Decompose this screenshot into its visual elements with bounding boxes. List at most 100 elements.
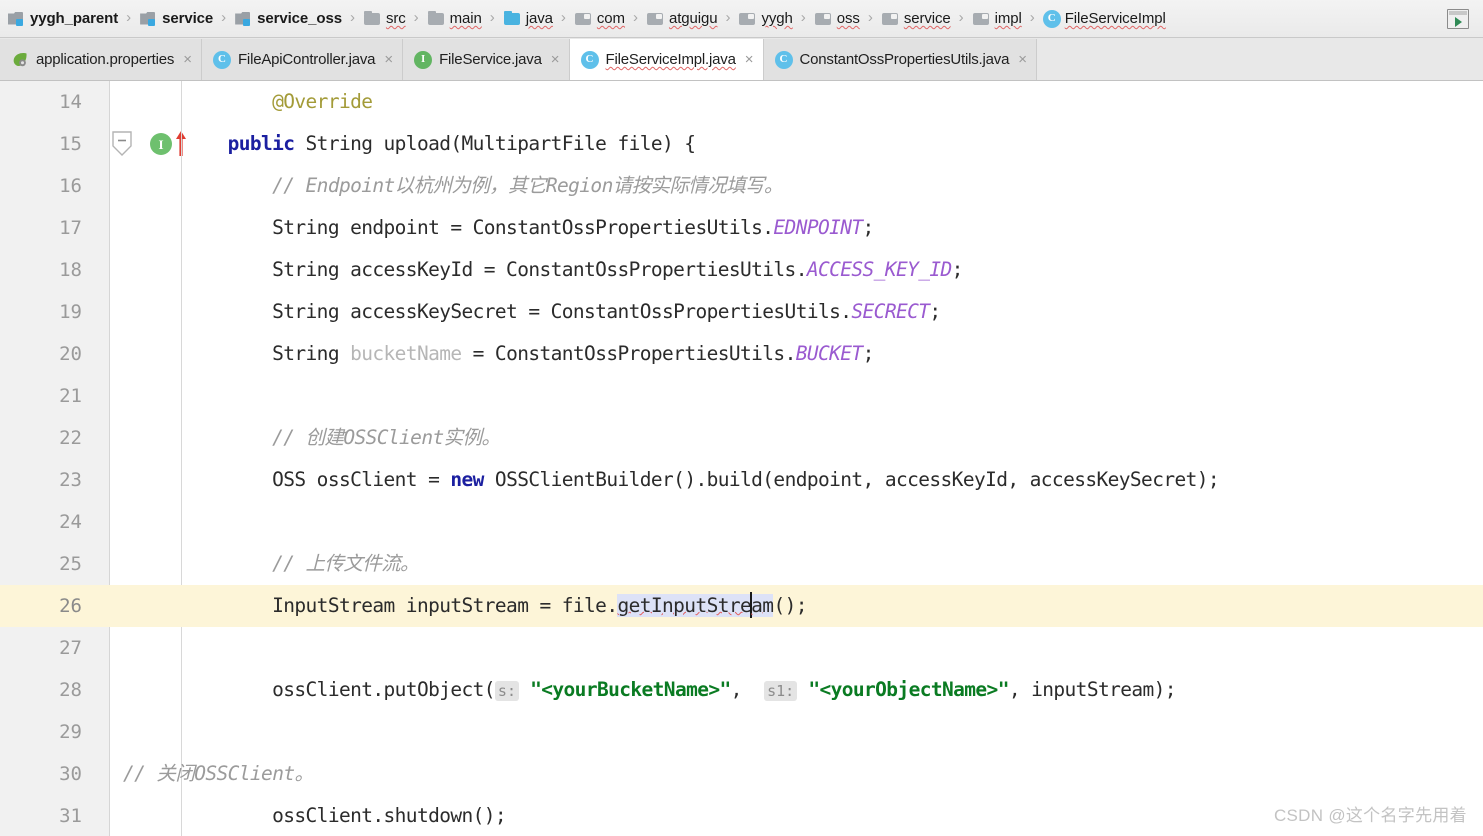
selected-token[interactable]: getInputStream — [617, 592, 774, 618]
code-line-text[interactable]: public String upload(MultipartFile file)… — [183, 123, 696, 165]
line-number[interactable]: 29 — [0, 711, 82, 753]
package-icon — [814, 11, 833, 27]
line-number[interactable]: 28 — [0, 669, 82, 711]
parameter-hint[interactable]: s1: — [764, 681, 798, 701]
code-line-text[interactable]: String bucketName = ConstantOssPropertie… — [183, 333, 874, 375]
close-icon[interactable]: × — [743, 52, 754, 67]
close-icon[interactable]: × — [1016, 52, 1027, 67]
code-editor[interactable]: I 14 @Override 15 public String upload(Mu… — [0, 81, 1483, 836]
line-number[interactable]: 20 — [0, 333, 82, 375]
code-token: ACCESS_KEY_ID — [806, 258, 952, 281]
code-line[interactable]: 27 — [0, 627, 1483, 669]
breadcrumb-item-label: FileServiceImpl — [1064, 10, 1166, 27]
breadcrumb-item-java[interactable]: java — [500, 0, 556, 37]
close-icon[interactable]: × — [382, 52, 393, 67]
parameter-hint[interactable]: s: — [494, 681, 519, 701]
code-line-text[interactable]: // 创建OSSClient实例。 — [183, 417, 501, 459]
breadcrumb-item-src[interactable]: src — [360, 0, 409, 37]
breadcrumb-item-yygh[interactable]: yygh — [735, 0, 795, 37]
breadcrumb-item-yygh-parent[interactable]: yygh_parent — [4, 0, 121, 37]
editor-tab-fileapicontroller-java[interactable]: C FileApiController.java × — [201, 39, 404, 80]
code-line[interactable]: 26 InputStream inputStream = file.getInp… — [0, 585, 1483, 627]
breadcrumb-item-label: service — [162, 10, 214, 27]
interface-icon-letter: I — [420, 53, 426, 65]
line-number[interactable]: 30 — [0, 753, 82, 795]
code-token: ; — [929, 300, 941, 323]
code-line[interactable]: 28 ossClient.putObject(s: "<yourBucketNa… — [0, 669, 1483, 711]
code-line-text[interactable]: String endpoint = ConstantOssPropertiesU… — [183, 207, 874, 249]
breadcrumb-item-fileserviceimpl[interactable]: C FileServiceImpl — [1040, 0, 1169, 37]
code-line-text[interactable]: @Override — [183, 81, 373, 123]
code-line[interactable]: 15 public String upload(MultipartFile fi… — [0, 123, 1483, 165]
breadcrumb-separator: › — [867, 9, 873, 26]
code-line[interactable]: 18 String accessKeyId = ConstantOssPrope… — [0, 249, 1483, 291]
line-number[interactable]: 24 — [0, 501, 82, 543]
code-line[interactable]: 19 String accessKeySecret = ConstantOssP… — [0, 291, 1483, 333]
editor-tab-fileservice-java[interactable]: I FileService.java × — [403, 39, 570, 80]
code-line[interactable]: 24 — [0, 501, 1483, 543]
code-line-text[interactable]: // 关闭OSSClient。 — [123, 753, 314, 795]
breadcrumb-separator: › — [958, 9, 964, 26]
line-number[interactable]: 18 — [0, 249, 82, 291]
line-number[interactable]: 15 — [0, 123, 82, 165]
editor-tab-constantosspropertiesutils-java[interactable]: C ConstantOssPropertiesUtils.java × — [763, 39, 1037, 80]
code-line[interactable]: 20 String bucketName = ConstantOssProper… — [0, 333, 1483, 375]
breadcrumb-item-service-oss[interactable]: service_oss — [231, 0, 345, 37]
code-line-text[interactable]: String accessKeyId = ConstantOssProperti… — [183, 249, 963, 291]
code-line[interactable]: 22 // 创建OSSClient实例。 — [0, 417, 1483, 459]
code-token: // 上传文件流。 — [272, 552, 419, 575]
breadcrumb-item-service[interactable]: service — [878, 0, 954, 37]
code-token: "<yourBucketName>" — [530, 678, 731, 701]
code-line[interactable]: 25 // 上传文件流。 — [0, 543, 1483, 585]
line-number[interactable]: 17 — [0, 207, 82, 249]
line-number[interactable]: 21 — [0, 375, 82, 417]
code-line-text[interactable]: OSS ossClient = new OSSClientBuilder().b… — [183, 459, 1220, 501]
code-line-text[interactable]: // Endpoint以杭州为例，其它Region请按实际情况填写。 — [183, 165, 783, 207]
code-line-text[interactable]: InputStream inputStream = file.getInputS… — [183, 585, 807, 627]
code-token: "<yourObjectName>" — [808, 678, 1009, 701]
code-line-text[interactable]: String accessKeySecret = ConstantOssProp… — [183, 291, 941, 333]
line-number[interactable]: 27 — [0, 627, 82, 669]
code-token: EDNPOINT — [773, 216, 863, 239]
breadcrumb-item-label: atguigu — [668, 10, 718, 27]
breadcrumb-item-com[interactable]: com — [571, 0, 628, 37]
line-number[interactable]: 16 — [0, 165, 82, 207]
code-line[interactable]: 29 — [0, 711, 1483, 753]
java-class-icon: C — [212, 50, 231, 69]
line-number[interactable]: 31 — [0, 795, 82, 836]
class-icon-letter: C — [1047, 12, 1056, 24]
code-line[interactable]: 31 ossClient.shutdown(); — [0, 795, 1483, 836]
line-number[interactable]: 26 — [0, 585, 82, 627]
code-line-text[interactable]: // 上传文件流。 — [183, 543, 419, 585]
preview-window-titlebar — [1449, 11, 1467, 15]
breadcrumb-item-atguigu[interactable]: atguigu — [643, 0, 721, 37]
line-number[interactable]: 19 — [0, 291, 82, 333]
code-line[interactable]: 23 OSS ossClient = new OSSClientBuilder(… — [0, 459, 1483, 501]
close-icon[interactable]: × — [549, 52, 560, 67]
module-icon — [139, 11, 158, 27]
line-number[interactable]: 22 — [0, 417, 82, 459]
close-icon[interactable]: × — [181, 52, 192, 67]
code-line[interactable]: 30 // 关闭OSSClient。 — [0, 753, 1483, 795]
editor-tab-application-properties[interactable]: application.properties × — [0, 39, 202, 80]
line-number[interactable]: 23 — [0, 459, 82, 501]
code-line[interactable]: 16 // Endpoint以杭州为例，其它Region请按实际情况填写。 — [0, 165, 1483, 207]
code-line[interactable]: 21 — [0, 375, 1483, 417]
code-line-text[interactable]: ossClient.putObject(s: "<yourBucketName>… — [183, 669, 1177, 711]
preview-window-button[interactable] — [1447, 9, 1469, 29]
code-token: = ConstantOssPropertiesUtils. — [461, 342, 797, 365]
editor-tab-label: FileApiController.java — [237, 51, 376, 68]
breadcrumb-item-impl[interactable]: impl — [969, 0, 1025, 37]
code-line-text[interactable]: ossClient.shutdown(); — [183, 795, 507, 836]
breadcrumb-item-oss[interactable]: oss — [811, 0, 863, 37]
editor-tab-label: FileServiceImpl.java — [605, 51, 736, 68]
code-line[interactable]: 17 String endpoint = ConstantOssProperti… — [0, 207, 1483, 249]
code-line[interactable]: 14 @Override — [0, 81, 1483, 123]
breadcrumb-item-main[interactable]: main — [424, 0, 485, 37]
line-number[interactable]: 14 — [0, 81, 82, 123]
breadcrumb-separator: › — [560, 9, 566, 26]
editor-tab-fileserviceimpl-java[interactable]: C FileServiceImpl.java × — [569, 39, 764, 80]
breadcrumb-item-service[interactable]: service — [136, 0, 216, 37]
line-number[interactable]: 25 — [0, 543, 82, 585]
